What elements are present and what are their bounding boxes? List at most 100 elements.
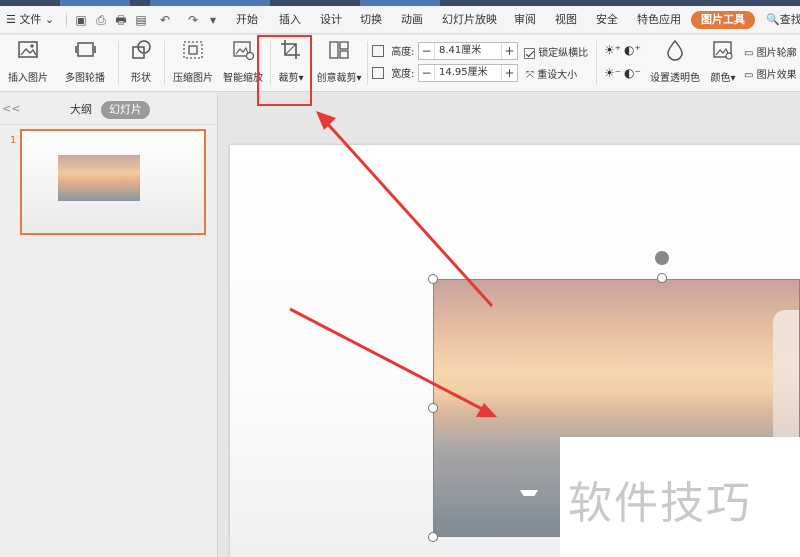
chevron-down-icon: ▾	[730, 73, 736, 84]
chevron-down-icon: ▾	[298, 73, 304, 84]
tab-transition[interactable]: 切换	[360, 6, 382, 34]
creative-crop-label: 创意裁剪▾	[314, 69, 364, 84]
watermark-text: 软件技巧	[568, 478, 752, 529]
lock-ratio-checkbox[interactable]: 锁定纵横比	[524, 44, 588, 59]
picture-outline-icon: ▭	[744, 48, 757, 59]
crop-label: 裁剪▾	[274, 69, 308, 84]
tab-security[interactable]: 安全	[596, 6, 618, 34]
multi-outline-label: 多图轮播	[65, 73, 105, 84]
crop-icon	[281, 40, 300, 59]
file-menu[interactable]: ☰ 文件 ⌄	[6, 6, 54, 34]
lock-ratio-label: 锁定纵横比	[538, 48, 589, 59]
color-button[interactable]: 颜色▾	[706, 39, 740, 84]
picture-outline-label: 图片轮廓	[756, 48, 797, 59]
tab-outline[interactable]: 大纲	[62, 101, 100, 119]
multi-outline-button[interactable]: 多图轮播	[60, 39, 110, 84]
height-input[interactable]: − 8.41厘米 +	[418, 42, 518, 60]
height-icon	[372, 44, 384, 57]
resize-handle-middle-left[interactable]	[428, 403, 438, 413]
tab-insert[interactable]: 插入	[279, 6, 301, 34]
compress-picture-label: 压缩图片	[173, 73, 213, 84]
tab-animation[interactable]: 动画	[401, 6, 423, 34]
picture-effect-label: 图片效果	[756, 70, 797, 81]
resize-handle-bottom-left[interactable]	[428, 532, 438, 542]
width-value: 14.95厘米	[439, 67, 488, 78]
tab-picture-tools[interactable]: 图片工具	[691, 11, 755, 29]
contrast-down-icon: ◐⁻	[624, 66, 641, 80]
redo-icon[interactable]: ↷	[186, 13, 200, 27]
tab-review[interactable]: 审阅	[514, 6, 536, 34]
color-icon	[713, 41, 733, 60]
divider	[596, 41, 597, 85]
smart-scale-label: 智能缩放	[223, 73, 263, 84]
smart-scale-button[interactable]: 智能缩放	[220, 39, 266, 84]
compress-icon	[183, 41, 203, 59]
tab-slides[interactable]: 幻灯片	[101, 101, 150, 119]
picture-outline-button[interactable]: ▭ 图片轮廓	[744, 44, 797, 59]
reset-size-label: 重设大小	[537, 70, 578, 81]
tab-design[interactable]: 设计	[320, 6, 342, 34]
resize-handle-top-middle[interactable]	[657, 273, 667, 283]
checkbox-checked-icon	[524, 47, 535, 59]
person-figure	[773, 310, 799, 450]
tab-view[interactable]: 视图	[555, 6, 577, 34]
height-row: 高度:	[372, 43, 415, 61]
preview-icon[interactable]: ▤	[134, 13, 148, 27]
file-menu-label: 文件	[19, 13, 42, 26]
slide-number: 1	[10, 135, 17, 146]
divider	[164, 41, 165, 85]
ribbon-toolbar: 插入图片 多图轮播 形状 压缩图片 智能缩放 裁剪▾ 创意裁剪▾ 高度: − 8…	[0, 35, 800, 92]
creative-crop-button[interactable]: 创意裁剪▾	[314, 39, 364, 84]
rotate-handle-icon[interactable]	[655, 251, 669, 265]
creative-crop-label-text: 创意裁剪	[316, 73, 357, 84]
print-icon[interactable]: 🖶	[114, 13, 128, 27]
set-transparent-button[interactable]: 设置透明色	[648, 39, 702, 84]
reset-size-icon: ⤧	[526, 70, 538, 81]
panel-tabs: << 大纲 幻灯片	[0, 93, 218, 125]
resize-handle-top-left[interactable]	[428, 274, 438, 284]
print-preview-icon[interactable]: ⎙	[94, 13, 108, 27]
paper-boat	[520, 490, 538, 496]
height-increase-button[interactable]: +	[501, 43, 517, 59]
slides-panel: << 大纲 幻灯片 1	[0, 93, 218, 557]
customize-dropdown-icon[interactable]: ▾	[206, 13, 220, 27]
tab-slideshow[interactable]: 幻灯片放映	[442, 6, 497, 34]
chevron-down-icon: ▾	[356, 73, 362, 84]
contrast-down-button[interactable]: ◐⁻	[624, 66, 641, 80]
tab-special-apps[interactable]: 特色应用	[637, 6, 681, 34]
creative-crop-icon	[329, 41, 349, 59]
insert-picture-button[interactable]: 插入图片	[4, 39, 52, 84]
shape-button[interactable]: 形状	[124, 39, 158, 84]
collapse-panel-icon[interactable]: <<	[2, 102, 20, 115]
tab-start[interactable]: 开始	[236, 6, 258, 34]
search-label: 查找	[779, 13, 800, 26]
divider	[66, 13, 67, 27]
watermark-box: 软件技巧	[560, 437, 800, 557]
width-row: 宽度:	[372, 65, 415, 83]
width-decrease-button[interactable]: −	[419, 65, 435, 81]
menu-bar: ☰ 文件 ⌄ ▣ ⎙ 🖶 ▤ ↶ ↷ ▾ 开始 插入 设计 切换 动画 幻灯片放…	[0, 6, 800, 34]
width-input[interactable]: − 14.95厘米 +	[418, 64, 518, 82]
slide-thumbnail[interactable]	[20, 129, 206, 235]
reset-size-button[interactable]: ⤧ 重设大小	[526, 66, 577, 81]
picture-effect-button[interactable]: ▭ 图片效果	[744, 66, 797, 81]
contrast-up-button[interactable]: ◐⁺	[624, 43, 641, 57]
crop-button[interactable]: 裁剪▾	[274, 39, 308, 84]
height-decrease-button[interactable]: −	[419, 43, 435, 59]
width-increase-button[interactable]: +	[501, 65, 517, 81]
divider	[118, 41, 119, 85]
carousel-icon	[75, 42, 96, 57]
brightness-down-button[interactable]: ☀⁻	[604, 66, 621, 80]
picture-icon	[18, 41, 38, 58]
contrast-up-icon: ◐⁺	[624, 43, 641, 57]
save-icon[interactable]: ▣	[74, 13, 88, 27]
search-button[interactable]: 🔍查找	[766, 6, 800, 34]
brightness-up-button[interactable]: ☀⁺	[604, 43, 621, 57]
crop-label-text: 裁剪	[278, 73, 299, 84]
divider	[270, 41, 271, 85]
droplet-icon	[667, 39, 683, 61]
thumbnail-picture	[58, 155, 140, 201]
undo-icon[interactable]: ↶	[158, 13, 172, 27]
compress-picture-button[interactable]: 压缩图片	[170, 39, 216, 84]
hamburger-icon: ☰	[6, 13, 20, 26]
